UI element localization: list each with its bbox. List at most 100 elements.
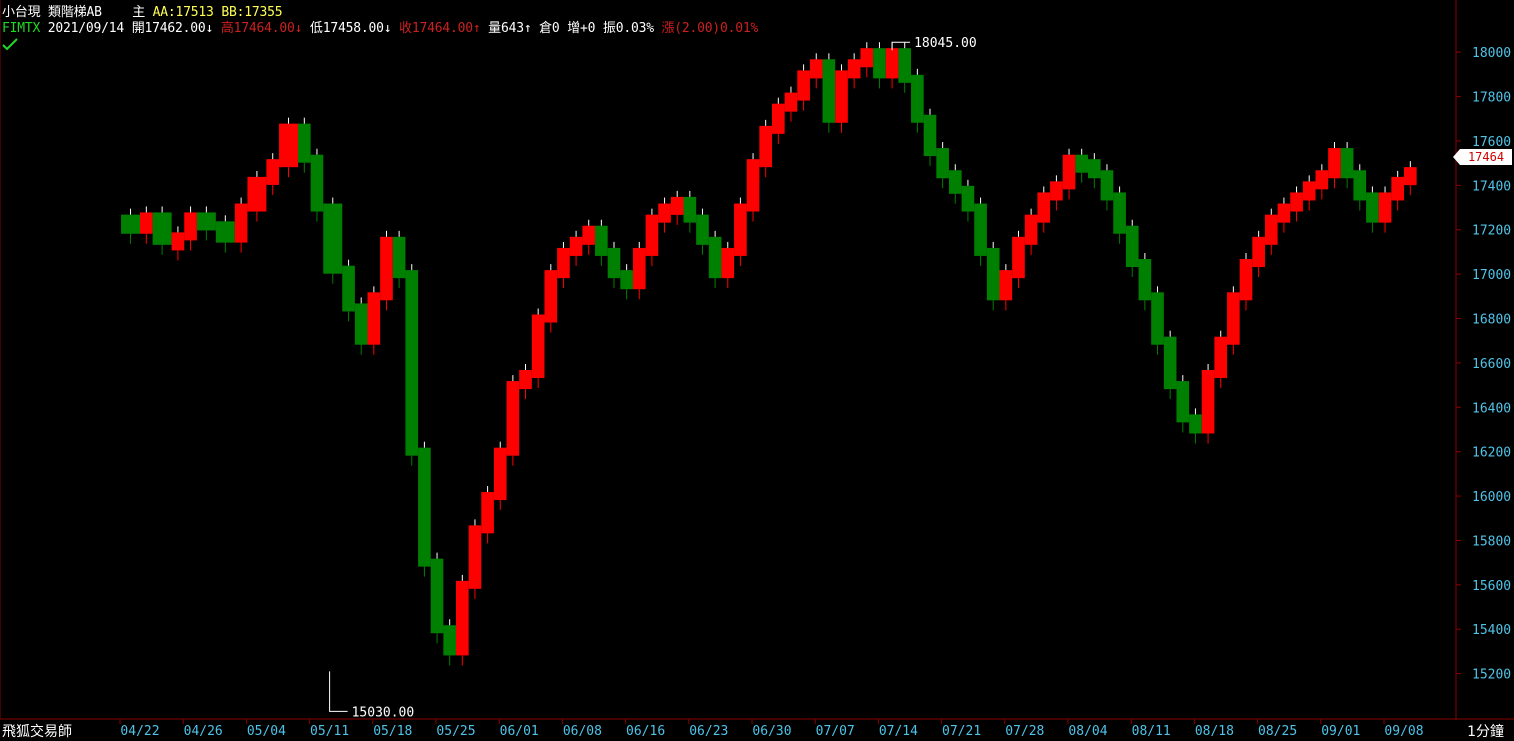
close-value: 收17464.00 xyxy=(399,21,473,36)
y-tick-label: 15400 xyxy=(1472,623,1511,638)
low-value: 低17458.00 xyxy=(309,21,384,36)
check-icon[interactable] xyxy=(2,38,18,52)
step-bar xyxy=(481,492,494,534)
step-bar xyxy=(974,203,987,256)
step-bar xyxy=(184,212,197,241)
interval-button[interactable]: 1分鐘 xyxy=(1467,721,1504,741)
step-bar xyxy=(367,292,381,345)
step-bar xyxy=(911,74,924,123)
step-bar xyxy=(196,212,216,231)
step-bar xyxy=(784,92,798,112)
step-bar xyxy=(468,525,482,589)
open-value: 開17462.00 xyxy=(131,21,206,36)
step-bar xyxy=(809,59,823,79)
step-bar xyxy=(323,203,343,274)
step-bar xyxy=(405,270,419,456)
header-row-2: FIMTX 2021/09/14 開17462.00↓ 高17464.00↓ 低… xyxy=(2,17,758,36)
x-axis: 04/22 04/26 05/04 05/11 05/18 05/25 06/01 06/08… xyxy=(119,719,1424,739)
step-bar xyxy=(1037,192,1051,223)
step-bar xyxy=(1201,370,1215,434)
close-arrow-icon: ↑ xyxy=(472,21,481,36)
step-bar xyxy=(822,59,836,123)
volume-value: 量643 xyxy=(488,21,524,36)
step-bar xyxy=(734,203,747,256)
step-bar xyxy=(234,203,248,243)
high-arrow-icon: ↓ xyxy=(294,21,303,36)
step-bar xyxy=(595,225,608,256)
y-tick-label: 17400 xyxy=(1472,179,1511,194)
step-bar xyxy=(948,170,962,194)
y-tick-label: 17000 xyxy=(1472,268,1511,283)
step-bar xyxy=(658,203,671,223)
step-bar xyxy=(531,314,545,378)
step-bar xyxy=(847,59,861,79)
step-bar xyxy=(152,212,172,245)
step-bar xyxy=(215,221,235,243)
step-bar xyxy=(392,236,406,279)
y-tick-label: 16400 xyxy=(1472,401,1511,416)
x-tick-label: 05/11 xyxy=(310,724,349,739)
step-bar xyxy=(721,247,735,279)
step-bar xyxy=(557,247,570,279)
step-bar xyxy=(885,48,899,79)
step-bar xyxy=(1024,214,1038,245)
step-bar xyxy=(310,154,324,212)
step-bar xyxy=(1340,148,1354,179)
date-label: 2021/09/14 xyxy=(47,21,125,36)
step-bar xyxy=(1050,181,1063,201)
y-axis: 15200 15400 15600 15800 16000 16200 16400 16600… xyxy=(1456,46,1511,683)
step-bar xyxy=(1088,159,1101,179)
step-bar xyxy=(835,70,848,123)
app-name-label: 飛狐交易師 xyxy=(2,724,72,740)
x-tick-label: 04/22 xyxy=(120,724,159,739)
step-bar xyxy=(354,303,368,345)
step-bar xyxy=(506,381,520,456)
step-bar xyxy=(582,225,596,245)
step-bar xyxy=(797,70,810,101)
step-bar xyxy=(1290,192,1303,212)
step-bar xyxy=(380,236,393,301)
step-bar xyxy=(1252,236,1265,268)
y-tick-label: 18000 xyxy=(1472,46,1511,61)
step-bar xyxy=(1302,181,1316,201)
x-tick-label: 08/18 xyxy=(1195,724,1234,739)
amplitude-value: 振0.03% xyxy=(602,21,654,36)
step-bar xyxy=(1113,192,1126,234)
y-tick-label: 15800 xyxy=(1472,534,1511,549)
step-bar xyxy=(759,125,772,168)
y-tick-label: 16000 xyxy=(1472,490,1511,505)
y-tick-label: 17600 xyxy=(1472,135,1511,150)
x-tick-label: 05/04 xyxy=(247,724,286,739)
step-bar xyxy=(708,236,722,279)
step-bar xyxy=(696,214,709,245)
step-bar xyxy=(1277,203,1291,223)
step-bar xyxy=(620,270,633,290)
x-tick-label: 08/04 xyxy=(1068,724,1107,739)
step-bar xyxy=(342,265,355,312)
y-tick-label: 15200 xyxy=(1472,668,1511,683)
step-bar xyxy=(266,159,280,185)
step-bar xyxy=(772,103,785,134)
step-bar xyxy=(1075,154,1088,173)
step-bar xyxy=(1239,259,1253,301)
step-bar xyxy=(456,580,469,656)
step-bar xyxy=(1062,154,1076,190)
oi-change-value: 增+0 xyxy=(567,21,596,36)
step-bar xyxy=(923,114,937,157)
step-bar xyxy=(961,185,975,212)
price-chart[interactable]: 15200 15400 15600 15800 16000 16200 16400 16600… xyxy=(0,0,1514,739)
step-bar xyxy=(1227,292,1240,345)
step-bar xyxy=(683,196,697,223)
step-bar xyxy=(1189,414,1202,434)
low-arrow-icon: ↓ xyxy=(383,21,392,36)
step-bar xyxy=(544,270,558,323)
step-bar xyxy=(645,214,659,256)
step-bar xyxy=(569,236,583,256)
step-bar xyxy=(140,212,153,234)
step-bar xyxy=(1328,148,1341,179)
step-bar xyxy=(1378,192,1392,223)
annotation-leader xyxy=(329,671,348,712)
step-bar xyxy=(1391,176,1404,201)
step-bar xyxy=(873,48,886,79)
step-bar xyxy=(632,247,646,290)
